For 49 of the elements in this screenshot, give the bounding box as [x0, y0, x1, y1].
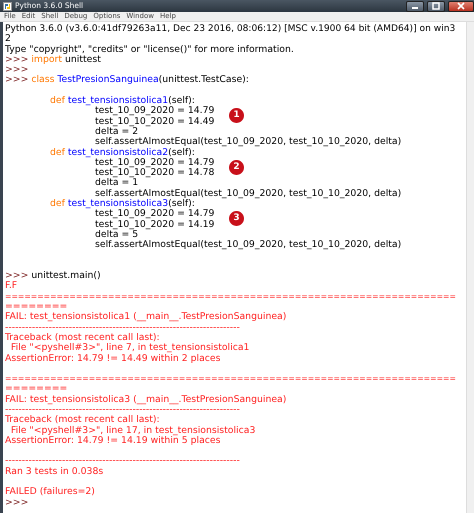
code-line: FAIL: test_tensionsistolica3 (__main__.TestPresionSanguinea) — [5, 394, 286, 405]
python-icon — [3, 2, 12, 10]
code-line: File "<pyshell#3>", line 17, in test_tensionsistolica3 — [10, 424, 256, 436]
maximize-button[interactable] — [427, 0, 445, 12]
code-line: self.assertAlmostEqual(test_10_09_2020, test_10_10_2020, delta) — [94, 188, 402, 199]
code-line: AssertionError: 14.79 != 14.19 within 5 places — [5, 434, 220, 446]
scrollbar[interactable] — [466, 22, 474, 513]
code-line: Ran 3 tests in 0.038s — [5, 466, 104, 477]
code-line: def test_tensionsistolica1(self): — [49, 95, 195, 106]
code-line: ======== — [5, 383, 68, 394]
code-line: self.assertAlmostEqual(test_10_09_2020, test_10_10_2020, delta) — [94, 136, 402, 148]
code-line: Traceback (most recent call last): — [5, 414, 160, 426]
code-line: >>> — [5, 64, 28, 76]
code-line: test_10_10_2020 = 14.19 — [94, 218, 214, 230]
code-line: self.assertAlmostEqual(test_10_09_2020, test_10_10_2020, delta) — [94, 239, 402, 250]
code-line: delta = 2 — [94, 126, 138, 137]
number-marker: 1 — [229, 108, 244, 124]
code-line: >>> unittest.main() — [5, 270, 101, 282]
code-line: def test_tensionsistolica2(self): — [49, 146, 195, 158]
code-line: >>> — [5, 496, 28, 508]
code-line: test_10_09_2020 = 14.79 — [95, 105, 214, 116]
code-line: ---------------------------------------------------------------------- — [5, 455, 240, 466]
maximize-icon — [432, 2, 440, 10]
close-button[interactable] — [448, 0, 474, 12]
code-line: delta = 5 — [94, 228, 138, 240]
code-line: Type "copyright", "credits" or "license()" for more information. — [5, 44, 294, 55]
code-line: >>> import unittest — [5, 54, 101, 65]
code-line: test_10_09_2020 = 14.79 — [95, 208, 214, 220]
close-icon — [457, 2, 465, 10]
code-line: 2 — [5, 33, 11, 44]
code-line: AssertionError: 14.79 != 14.49 within 2 places — [5, 352, 220, 364]
number-marker: 3 — [229, 211, 244, 226]
code-line: F.F — [5, 280, 18, 292]
code-line: test_10_09_2020 = 14.79 — [95, 156, 214, 168]
code-line: test_10_10_2020 = 14.49 — [94, 116, 214, 127]
code-line: File "<pyshell#3>", line 7, in test_tensionsistolica1 — [10, 342, 250, 354]
code-line: ---------------------------------------------------------------------- — [5, 322, 240, 333]
code-line: Python 3.6.0 (v3.6.0:41df79263a11, Dec 23 2016, 08:06:12) [MSC v.1900 64 bit (AMD64)] on win3 — [5, 24, 456, 34]
code-line: test_10_10_2020 = 14.78 — [94, 167, 214, 178]
code-line: >>> class TestPresionSanguinea(unittest.TestCase): — [5, 74, 249, 86]
code-line: delta = 1 — [94, 177, 138, 188]
code-line: Traceback (most recent call last): — [5, 332, 160, 343]
code-line: FAILED (failures=2) — [5, 486, 95, 498]
minimize-button[interactable] — [406, 0, 424, 12]
code-line: FAIL: test_tensionsistolica1 (__main__.TestPresionSanguinea) — [5, 311, 286, 322]
number-marker: 2 — [229, 160, 244, 175]
code-line: def test_tensionsistolica3(self): — [49, 198, 195, 210]
code-line: ---------------------------------------------------------------------- — [5, 404, 240, 415]
code-line: ======== — [5, 301, 68, 312]
